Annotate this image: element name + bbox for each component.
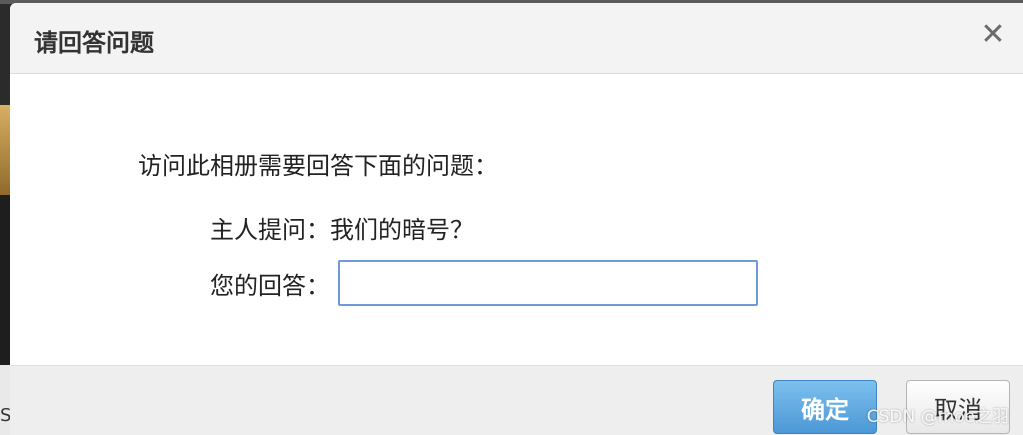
close-icon[interactable]: ✕: [979, 20, 1007, 50]
answer-label: 您的回答：: [210, 271, 330, 300]
background-image-strip: [0, 105, 10, 195]
question-row: 主人提问：我们的暗号？: [210, 210, 474, 245]
dialog-title: 请回答问题: [34, 29, 154, 57]
question-text: 我们的暗号？: [330, 216, 474, 244]
answer-input[interactable]: [338, 260, 758, 306]
dialog-header: 请回答问题 ✕: [10, 3, 1023, 74]
question-dialog: 请回答问题 ✕ 访问此相册需要回答下面的问题： 主人提问：我们的暗号？ 您的回答…: [10, 3, 1023, 435]
question-label: 主人提问：: [210, 216, 330, 244]
answer-row: 您的回答：: [210, 260, 758, 306]
watermark: CSDN @moe之羽: [866, 407, 1009, 427]
ok-button[interactable]: 确定: [773, 380, 877, 434]
background-dark-strip: [0, 195, 10, 365]
prompt-text: 访问此相册需要回答下面的问题：: [138, 152, 498, 180]
dialog-body: 访问此相册需要回答下面的问题： 主人提问：我们的暗号？ 您的回答：: [10, 74, 1023, 364]
